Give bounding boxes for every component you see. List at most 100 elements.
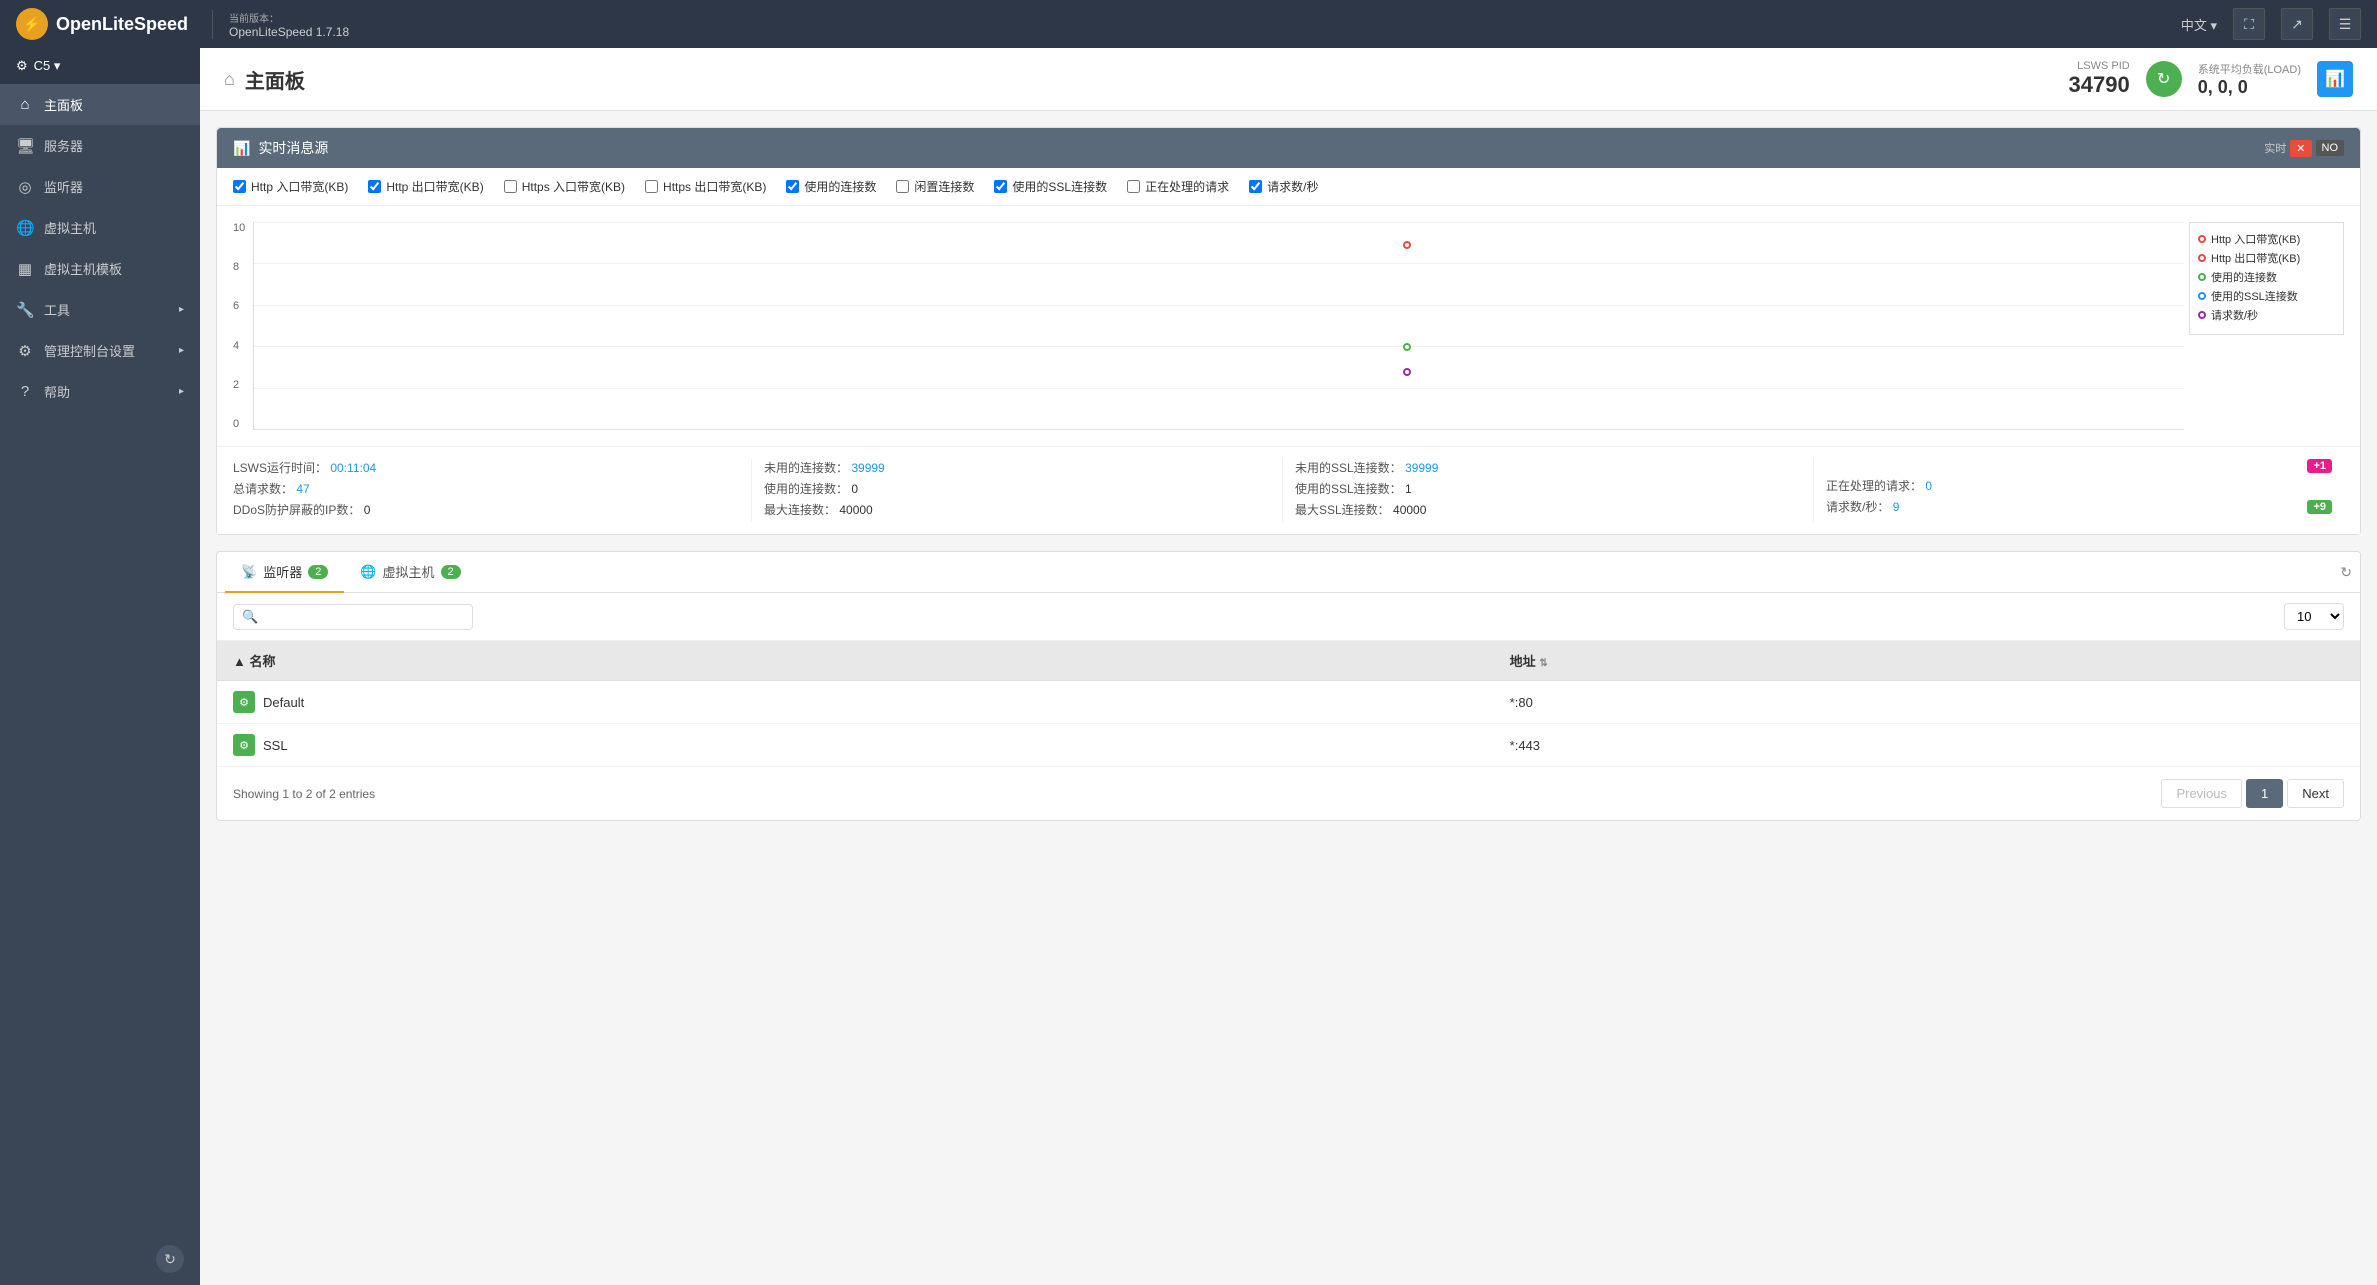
stats-col-3: 未用的SSL连接数： 39999 使用的SSL连接数： 1 最大SSL连接数： … (1283, 459, 1814, 522)
legend-dot-ssl-conn (2198, 292, 2206, 300)
help-icon: ? (16, 383, 34, 400)
row-ssl-label: SSL (263, 738, 288, 753)
sidebar-refresh-button[interactable]: ↻ (156, 1245, 184, 1273)
sidebar-item-dashboard[interactable]: ⌂ 主面板 (0, 84, 200, 125)
stat-ddos-value: 0 (364, 503, 371, 517)
stat-uptime-value: 00:11:04 (330, 461, 376, 475)
sidebar-env[interactable]: ⚙ C5 ▾ (0, 48, 200, 84)
tabs-refresh-button[interactable]: ↻ (2340, 564, 2352, 581)
stat-unused-conn-value: 39999 (851, 461, 884, 475)
checkbox-ssl-conn[interactable]: 使用的SSL连接数 (994, 178, 1107, 195)
checkbox-https-in[interactable]: Https 入口带宽(KB) (504, 178, 625, 195)
server-status-button[interactable]: ↻ (2146, 61, 2182, 97)
chart-dot-2 (1403, 343, 1411, 351)
stats-col-2: 未用的连接数： 39999 使用的连接数： 0 最大连接数： 40000 (752, 459, 1283, 522)
page-1-button[interactable]: 1 (2246, 779, 2283, 808)
legend-http-in: Http 入口带宽(KB) (2198, 231, 2335, 247)
ssl-badge: +1 (2307, 459, 2332, 473)
col-address[interactable]: 地址 ⇅ (1494, 641, 2360, 681)
external-link-icon[interactable]: ↗ (2281, 8, 2313, 40)
sidebar-item-server[interactable]: 🖥 服务器 (0, 125, 200, 166)
checkbox-https-out[interactable]: Https 出口带宽(KB) (645, 178, 766, 195)
pid-info: LSWS PID 34790 (2069, 60, 2130, 98)
content-area: ⌂ 主面板 LSWS PID 34790 ↻ 系统平均负载(LOAD) 0, 0… (200, 48, 2377, 1285)
stat-max-ssl-value: 40000 (1393, 503, 1426, 517)
stat-used-conn-value: 0 (851, 482, 858, 496)
logo-area: ⚡ OpenLiteSpeed (16, 8, 188, 40)
version-value: OpenLiteSpeed 1.7.18 (229, 25, 349, 39)
row-default-label: Default (263, 695, 304, 710)
stat-req-sec-value: 9 (1893, 500, 1900, 514)
vhost-icon: 🌐 (16, 219, 34, 237)
stat-unused-conn-label: 未用的连接数： (764, 461, 848, 475)
col-name[interactable]: ▲ 名称 (217, 641, 1494, 681)
pid-value: 34790 (2069, 72, 2130, 98)
stat-uptime: LSWS运行时间： 00:11:04 (233, 459, 739, 476)
stat-req-sec: 请求数/秒： 9 +9 (1826, 498, 2332, 515)
checkbox-req-sec[interactable]: 请求数/秒 (1249, 178, 1318, 195)
checkbox-http-out[interactable]: Http 出口带宽(KB) (368, 178, 483, 195)
realtime-no-badge[interactable]: NO (2316, 140, 2345, 156)
prev-button[interactable]: Previous (2161, 779, 2242, 808)
sidebar-item-vhost[interactable]: 🌐 虚拟主机 (0, 207, 200, 248)
legend-used-conn: 使用的连接数 (2198, 269, 2335, 285)
vhost-tab-label: 虚拟主机 (383, 562, 435, 581)
search-input[interactable] (264, 609, 464, 624)
expand-help-icon: ▸ (179, 386, 184, 397)
main-layout: ⚙ C5 ▾ ⌂ 主面板 🖥 服务器 ◎ 监听器 🌐 虚拟主机 ▦ 虚拟主机模板… (0, 48, 2377, 1285)
realtime-badge: 实时 ✕ NO (2264, 140, 2344, 157)
env-value: C5 ▾ (34, 58, 61, 74)
sidebar-item-vhost-template[interactable]: ▦ 虚拟主机模板 (0, 248, 200, 289)
per-page-select[interactable]: 10 25 50 100 (2284, 603, 2344, 630)
lang-selector[interactable]: 中文 ▾ (2181, 15, 2217, 34)
menu-icon[interactable]: ☰ (2329, 8, 2361, 40)
y-label-10: 10 (233, 222, 245, 234)
stat-processing: 正在处理的请求： 0 (1826, 477, 2332, 494)
top-header-right: 中文 ▾ ⛶ ↗ ☰ (2181, 8, 2361, 40)
sidebar-label-tools: 工具 (44, 300, 70, 319)
chart-button[interactable]: 📊 (2317, 61, 2353, 97)
listener-table: ▲ 名称 地址 ⇅ ⚙ Default (217, 641, 2360, 767)
y-label-0: 0 (233, 418, 245, 430)
legend-dot-http-out (2198, 254, 2206, 262)
stat-req-sec-label: 请求数/秒： (1826, 500, 1889, 514)
legend-dot-used-conn (2198, 273, 2206, 281)
admin-icon: ⚙ (16, 342, 34, 360)
chart-legend: Http 入口带宽(KB) Http 出口带宽(KB) 使用的连接数 (2189, 222, 2344, 335)
stat-used-conn: 使用的连接数： 0 (764, 480, 1270, 497)
sidebar-item-help[interactable]: ? 帮助 ▸ (0, 371, 200, 412)
td-name-default: ⚙ Default (233, 691, 1478, 713)
sidebar-bottom: ↻ (0, 1233, 200, 1285)
realtime-x-badge[interactable]: ✕ (2290, 140, 2311, 157)
legend-req-sec: 请求数/秒 (2198, 307, 2335, 323)
sidebar-item-listener[interactable]: ◎ 监听器 (0, 166, 200, 207)
stat-used-ssl-value: 1 (1405, 482, 1412, 496)
checkbox-http-in[interactable]: Http 入口带宽(KB) (233, 178, 348, 195)
tab-vhost[interactable]: 🌐 虚拟主机 2 (344, 552, 476, 593)
stat-total-req-value: 47 (296, 482, 309, 496)
chart-y-labels: 10 8 6 4 2 0 (233, 222, 245, 430)
listener-tab-label: 监听器 (263, 562, 302, 581)
legend-label-used-conn: 使用的连接数 (2211, 269, 2277, 285)
fullscreen-icon[interactable]: ⛶ (2233, 8, 2265, 40)
realtime-panel-header: 📊 实时消息源 实时 ✕ NO (217, 128, 2360, 168)
load-info: 系统平均负载(LOAD) 0, 0, 0 (2198, 61, 2301, 98)
sidebar-label-dashboard: 主面板 (44, 95, 83, 114)
sidebar-item-tools[interactable]: 🔧 工具 ▸ (0, 289, 200, 330)
next-button[interactable]: Next (2287, 779, 2344, 808)
sidebar-item-admin[interactable]: ⚙ 管理控制台设置 ▸ (0, 330, 200, 371)
sidebar-label-admin: 管理控制台设置 (44, 341, 135, 360)
req-sec-badge: +9 (2307, 500, 2332, 514)
sort-address-icon: ⇅ (1539, 658, 1547, 669)
listener-icon: ◎ (16, 178, 34, 196)
row-icon-ssl: ⚙ (233, 734, 255, 756)
checkbox-used-conn[interactable]: 使用的连接数 (786, 178, 876, 195)
sidebar-label-help: 帮助 (44, 382, 70, 401)
chart-main: Http 入口带宽(KB) Http 出口带宽(KB) 使用的连接数 (253, 222, 2344, 430)
stat-total-req: 总请求数： 47 (233, 480, 739, 497)
server-icon: 🖥 (16, 137, 34, 155)
checkbox-idle-conn[interactable]: 闲置连接数 (896, 178, 974, 195)
listener-tab-count: 2 (308, 565, 328, 579)
tab-listener[interactable]: 📡 监听器 2 (225, 552, 344, 593)
checkbox-processing[interactable]: 正在处理的请求 (1127, 178, 1229, 195)
